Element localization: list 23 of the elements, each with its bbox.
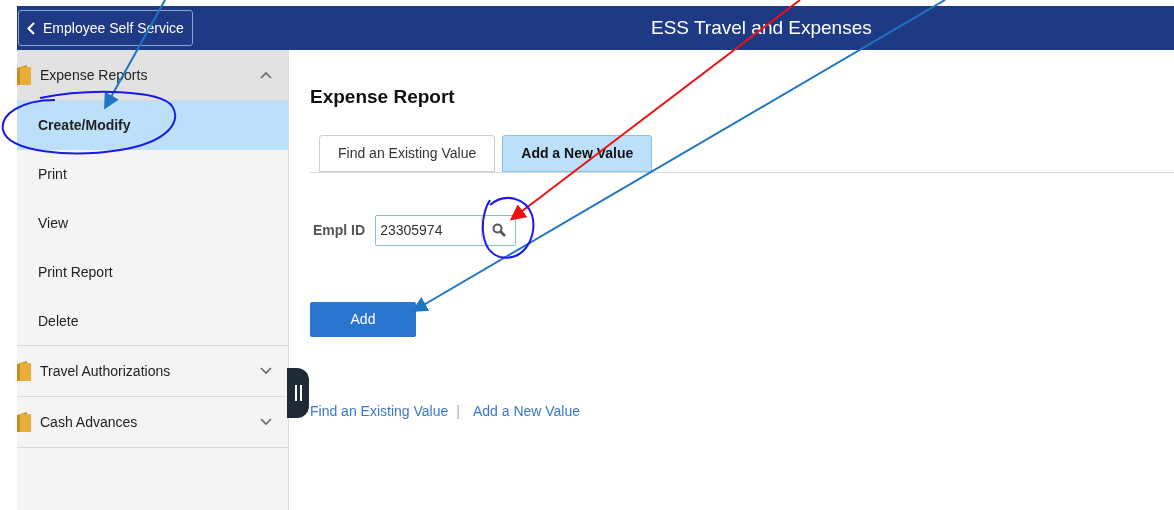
find-existing-link[interactable]: Find an Existing Value bbox=[310, 400, 449, 422]
sidebar-item[interactable]: Print Report bbox=[17, 248, 288, 297]
chevron-down-icon bbox=[260, 367, 272, 375]
field-label: Empl ID bbox=[313, 220, 366, 240]
search-icon bbox=[491, 223, 506, 237]
folder-icon bbox=[17, 65, 31, 85]
add-new-link[interactable]: Add a New Value bbox=[472, 400, 581, 422]
link-separator: | bbox=[456, 401, 460, 421]
tab[interactable]: Add a New Value bbox=[502, 134, 653, 172]
chevron-left-icon bbox=[27, 21, 35, 35]
sidebar-item[interactable]: Create/Modify bbox=[17, 101, 288, 150]
collapse-handle[interactable] bbox=[287, 368, 309, 418]
folder-icon bbox=[17, 412, 31, 432]
chevron-up-icon bbox=[260, 71, 272, 79]
back-button[interactable]: Employee Self Service bbox=[18, 10, 193, 46]
sidebar-item[interactable]: View bbox=[17, 199, 288, 248]
folder-icon bbox=[17, 361, 31, 381]
page-heading: Expense Report bbox=[310, 85, 456, 109]
pause-icon bbox=[294, 385, 302, 401]
chevron-down-icon bbox=[260, 418, 272, 426]
tab[interactable]: Find an Existing Value bbox=[319, 134, 496, 172]
sidebar-item[interactable]: Print bbox=[17, 150, 288, 199]
add-button[interactable]: Add bbox=[310, 301, 416, 337]
